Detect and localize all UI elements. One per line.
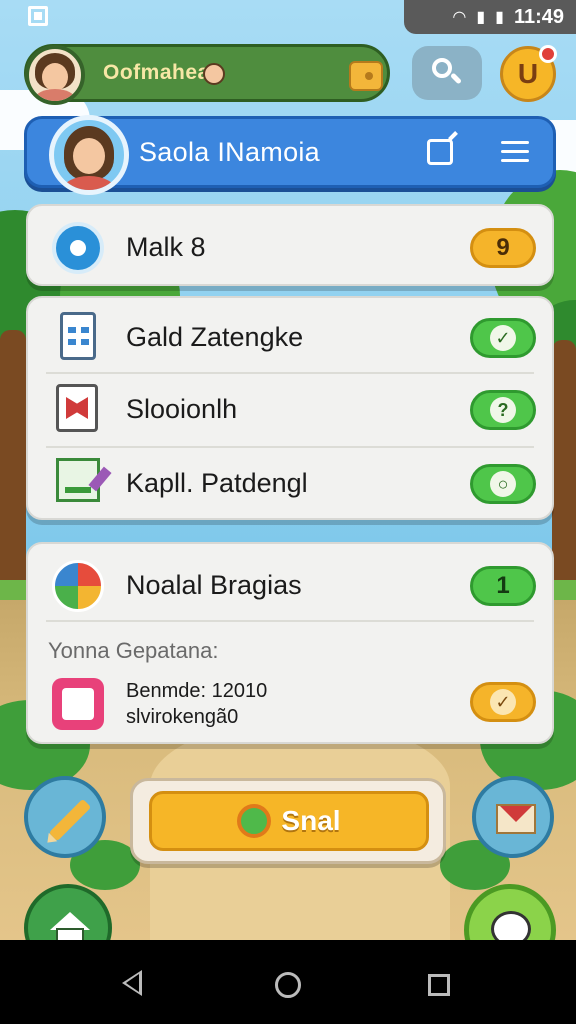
back-icon[interactable] <box>122 970 142 996</box>
list-item[interactable]: Benmde: 12010 slvirokengã0 ✓ <box>28 672 552 746</box>
row-label: Slooionlh <box>126 394 238 424</box>
start-frame: Snal <box>130 778 446 864</box>
wallet-icon[interactable] <box>349 61 383 91</box>
menu-icon[interactable] <box>501 141 529 163</box>
book-icon <box>56 384 98 432</box>
check-icon: ✓ <box>490 689 516 715</box>
list-item[interactable]: Gald Zatengke ✓ <box>28 300 552 374</box>
divider <box>46 620 534 622</box>
status-time: 11:49 <box>513 5 564 28</box>
notification-icon: U <box>517 58 539 89</box>
list-item[interactable]: Noalal Bragias 1 <box>28 548 552 622</box>
avatar[interactable] <box>25 45 85 105</box>
start-icon <box>237 804 272 838</box>
profile-avatar[interactable] <box>49 115 129 195</box>
question-icon: ? <box>490 397 516 423</box>
row-label: Gald Zatengke <box>126 322 304 352</box>
signal-icon: ▮ <box>476 9 486 26</box>
start-label: Snal <box>281 805 341 836</box>
top-bar: Oofmahea U <box>24 44 557 105</box>
notification-dot <box>539 45 557 63</box>
mail-icon <box>496 804 536 834</box>
search-icon <box>432 58 463 88</box>
pencil-icon <box>48 798 92 842</box>
search-button[interactable] <box>412 46 482 100</box>
task-list-card: Gald Zatengke ✓ Slooionlh ? Kapll. Patde… <box>26 296 554 520</box>
row-label: Kapll. Patdengl <box>126 468 308 498</box>
start-button[interactable]: Snal <box>149 791 429 851</box>
battery-icon: ▮ <box>495 9 504 26</box>
chart-icon <box>56 458 100 502</box>
count-badge[interactable]: 9 <box>470 228 536 268</box>
status-toggle[interactable]: ○ <box>470 464 536 504</box>
user-name: Oofmahea <box>103 61 210 84</box>
list-item[interactable]: Kapll. Patdengl ○ <box>28 446 552 520</box>
details-card: Noalal Bragias 1 Yonna Gepatana: Benmde:… <box>26 542 554 744</box>
pie-chart-icon <box>52 560 104 612</box>
user-face-icon <box>203 63 225 85</box>
row-label: Noalal Bragias <box>126 570 302 600</box>
mail-button[interactable] <box>472 776 554 858</box>
edit-button[interactable] <box>24 776 106 858</box>
clock-icon <box>52 222 104 274</box>
status-toggle[interactable]: ✓ <box>470 318 536 358</box>
system-nav-bar <box>0 940 576 1024</box>
profile-name: Saola INamoia <box>139 137 320 167</box>
edit-icon[interactable] <box>427 139 453 165</box>
home-circle-icon[interactable] <box>275 972 301 998</box>
list-item[interactable]: Malk 8 9 <box>28 210 552 284</box>
section-title: Yonna Gepatana: <box>48 638 219 663</box>
profile-header: Saola INamoia <box>24 115 556 195</box>
circle-icon: ○ <box>490 471 516 497</box>
count-badge[interactable]: 1 <box>470 566 536 606</box>
gift-icon <box>52 678 104 730</box>
detail-line: Benmde: 12010 <box>126 680 268 702</box>
detail-line: slvirokengã0 <box>126 706 239 728</box>
summary-card: Malk 8 9 <box>26 204 554 286</box>
status-toggle[interactable]: ? <box>470 390 536 430</box>
calculator-icon <box>60 312 96 360</box>
recent-apps-icon[interactable] <box>428 974 450 996</box>
notification-button[interactable]: U <box>500 45 557 102</box>
user-pill[interactable]: Oofmahea <box>24 44 390 105</box>
screenshot-icon <box>28 6 48 26</box>
wifi-icon: ◠ <box>452 9 467 26</box>
status-bar: ◠ ▮ ▮ 11:49 <box>0 0 576 34</box>
status-toggle[interactable]: ✓ <box>470 682 536 722</box>
check-icon: ✓ <box>490 325 516 351</box>
list-item[interactable]: Slooionlh ? <box>28 372 552 446</box>
row-label: Malk 8 <box>126 232 206 262</box>
